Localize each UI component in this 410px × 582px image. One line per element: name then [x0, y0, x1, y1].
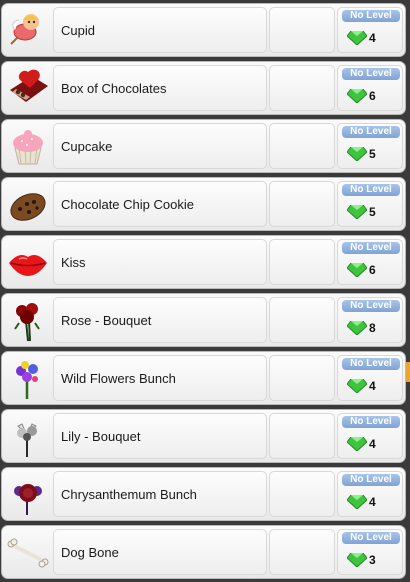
item-name-cell: Rose - Bouquet	[53, 297, 267, 343]
item-cost: 5	[369, 205, 376, 219]
item-price-cell: No Level 6	[337, 65, 403, 111]
level-badge: No Level	[342, 416, 400, 428]
gem-icon	[347, 495, 367, 509]
item-price-cell: No Level 5	[337, 181, 403, 227]
item-empty-cell	[269, 7, 335, 53]
list-item[interactable]: Chocolate Chip Cookie No Level 5	[1, 177, 406, 231]
item-price-cell: No Level 3	[337, 529, 403, 575]
list-item[interactable]: Cupid No Level 4	[1, 3, 406, 57]
lips-icon	[6, 241, 50, 285]
list-item[interactable]: Wild Flowers Bunch No Level 4	[1, 351, 406, 405]
item-name: Kiss	[61, 255, 86, 270]
item-name-cell: Cupcake	[53, 123, 267, 169]
item-empty-cell	[269, 529, 335, 575]
item-cost: 8	[369, 321, 376, 335]
item-cost: 6	[369, 263, 376, 277]
item-name: Chrysanthemum Bunch	[61, 487, 197, 502]
item-empty-cell	[269, 413, 335, 459]
item-empty-cell	[269, 65, 335, 111]
cupid-icon	[6, 9, 50, 53]
level-badge: No Level	[342, 126, 400, 138]
level-badge: No Level	[342, 474, 400, 486]
item-empty-cell	[269, 355, 335, 401]
gem-icon	[347, 147, 367, 161]
item-price-cell: No Level 6	[337, 239, 403, 285]
rose-bouquet-icon	[6, 299, 50, 343]
list-item[interactable]: Cupcake No Level 5	[1, 119, 406, 173]
item-name-cell: Lily - Bouquet	[53, 413, 267, 459]
item-cost: 6	[369, 89, 376, 103]
item-cost: 4	[369, 437, 376, 451]
dog-bone-icon	[6, 531, 50, 575]
item-empty-cell	[269, 123, 335, 169]
side-tab-marker	[406, 362, 410, 382]
lily-bouquet-icon	[6, 415, 50, 459]
item-name-cell: Wild Flowers Bunch	[53, 355, 267, 401]
item-name-cell: Dog Bone	[53, 529, 267, 575]
gem-icon	[347, 263, 367, 277]
list-item[interactable]: Rose - Bouquet No Level 8	[1, 293, 406, 347]
cookie-icon	[6, 183, 50, 227]
item-name: Cupid	[61, 23, 95, 38]
item-price-cell: No Level 5	[337, 123, 403, 169]
gem-icon	[347, 379, 367, 393]
item-price-cell: No Level 8	[337, 297, 403, 343]
list-item[interactable]: Lily - Bouquet No Level 4	[1, 409, 406, 463]
item-name-cell: Chocolate Chip Cookie	[53, 181, 267, 227]
item-name: Rose - Bouquet	[61, 313, 152, 328]
level-badge: No Level	[342, 358, 400, 370]
item-price-cell: No Level 4	[337, 7, 403, 53]
level-badge: No Level	[342, 532, 400, 544]
level-badge: No Level	[342, 10, 400, 22]
item-price-cell: No Level 4	[337, 413, 403, 459]
item-price-cell: No Level 4	[337, 355, 403, 401]
gift-list: Cupid No Level 4 Box of Chocolates No Le…	[0, 0, 410, 582]
list-item[interactable]: Chrysanthemum Bunch No Level 4	[1, 467, 406, 521]
gem-icon	[347, 553, 367, 567]
item-name: Dog Bone	[61, 545, 119, 560]
item-name-cell: Box of Chocolates	[53, 65, 267, 111]
item-cost: 4	[369, 379, 376, 393]
item-empty-cell	[269, 239, 335, 285]
item-cost: 5	[369, 147, 376, 161]
wildflowers-icon	[6, 357, 50, 401]
level-badge: No Level	[342, 68, 400, 80]
level-badge: No Level	[342, 184, 400, 196]
gem-icon	[347, 205, 367, 219]
chrysanthemum-icon	[6, 473, 50, 517]
gem-icon	[347, 321, 367, 335]
item-cost: 4	[369, 31, 376, 45]
list-item[interactable]: Box of Chocolates No Level 6	[1, 61, 406, 115]
item-empty-cell	[269, 297, 335, 343]
gem-icon	[347, 437, 367, 451]
chocolate-box-icon	[6, 67, 50, 111]
item-name: Box of Chocolates	[61, 81, 167, 96]
list-item[interactable]: Dog Bone No Level 3	[1, 525, 406, 579]
item-name: Chocolate Chip Cookie	[61, 197, 194, 212]
gem-icon	[347, 31, 367, 45]
item-name: Lily - Bouquet	[61, 429, 141, 444]
level-badge: No Level	[342, 242, 400, 254]
item-cost: 3	[369, 553, 376, 567]
item-empty-cell	[269, 471, 335, 517]
item-name-cell: Chrysanthemum Bunch	[53, 471, 267, 517]
cupcake-icon	[6, 125, 50, 169]
list-item[interactable]: Kiss No Level 6	[1, 235, 406, 289]
item-name-cell: Cupid	[53, 7, 267, 53]
item-price-cell: No Level 4	[337, 471, 403, 517]
gem-icon	[347, 89, 367, 103]
level-badge: No Level	[342, 300, 400, 312]
item-name: Cupcake	[61, 139, 113, 154]
item-name: Wild Flowers Bunch	[61, 371, 176, 386]
item-name-cell: Kiss	[53, 239, 267, 285]
item-empty-cell	[269, 181, 335, 227]
item-cost: 4	[369, 495, 376, 509]
